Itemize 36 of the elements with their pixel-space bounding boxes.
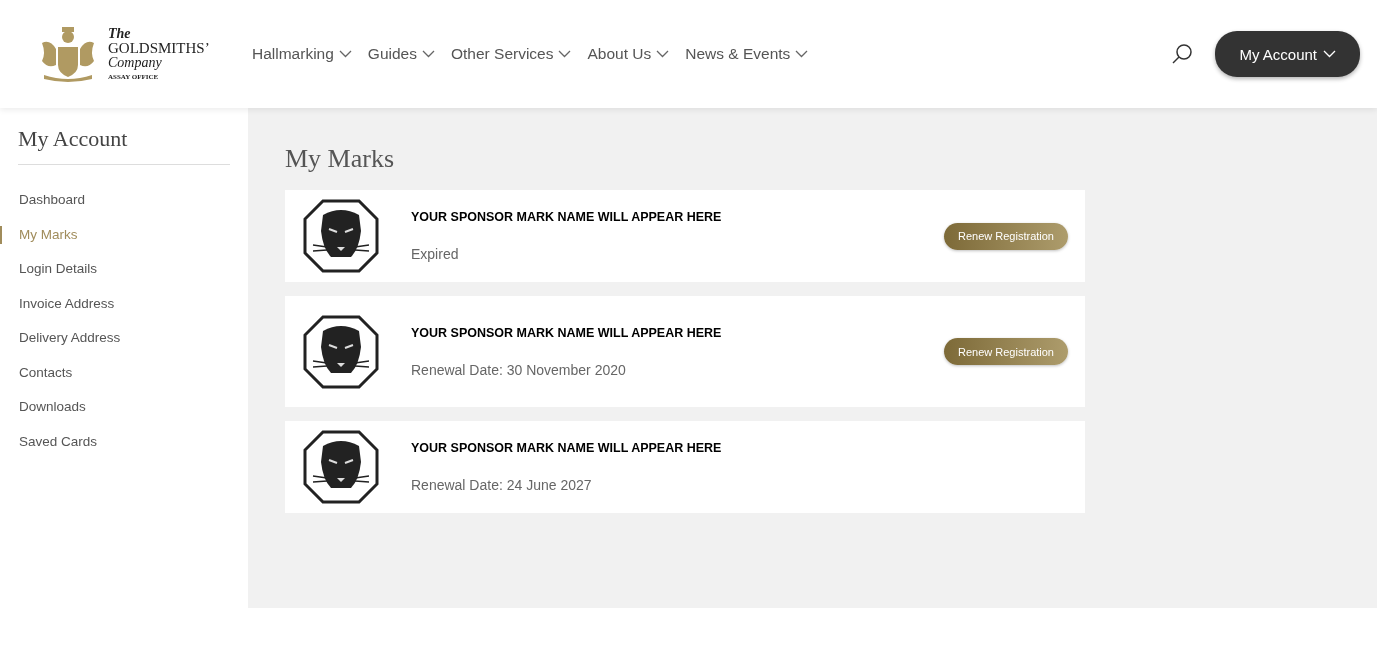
sidebar-item[interactable]: Login Details — [0, 260, 230, 279]
nav-link[interactable]: Other Services — [450, 45, 572, 63]
panther-head-icon — [303, 314, 379, 389]
panther-head-icon — [303, 199, 379, 273]
nav-link[interactable]: About Us — [587, 45, 670, 63]
mark-name: YOUR SPONSOR MARK NAME WILL APPEAR HERE — [411, 325, 723, 340]
nav-link[interactable]: Guides — [367, 45, 435, 63]
search-icon[interactable] — [1171, 43, 1194, 65]
logo-text: GOLDSMITHS’ — [108, 41, 210, 56]
sidebar-item[interactable]: Invoice Address — [0, 294, 230, 313]
chevron-down-icon — [795, 50, 809, 58]
sidebar-item[interactable]: Dashboard — [0, 191, 230, 210]
mark-status: Renewal Date: 24 June 2027 — [411, 477, 593, 493]
logo-text: Company — [108, 56, 163, 70]
page-title: My Marks — [285, 144, 396, 174]
chevron-down-icon — [656, 50, 670, 58]
mark-status: Renewal Date: 30 November 2020 — [411, 361, 627, 378]
mark-name: YOUR SPONSOR MARK NAME WILL APPEAR HERE — [411, 441, 723, 455]
logo-text: The — [108, 27, 132, 41]
sidebar-item[interactable]: Downloads — [0, 398, 230, 417]
mark-name: YOUR SPONSOR MARK NAME WILL APPEAR HERE — [411, 210, 723, 224]
chevron-down-icon — [558, 50, 572, 58]
panther-head-icon — [303, 430, 379, 504]
chevron-down-icon — [1323, 50, 1336, 58]
renew-registration-button[interactable]: Renew Registration — [944, 222, 1068, 250]
chevron-down-icon — [421, 50, 435, 58]
mark-status: Expired — [411, 246, 460, 262]
nav-link[interactable]: News & Events — [685, 45, 809, 63]
renew-registration-button[interactable]: Renew Registration — [944, 338, 1068, 365]
sidebar-title: My Account — [18, 126, 230, 165]
nav-link[interactable]: Hallmarking — [252, 45, 352, 63]
sidebar-item[interactable]: Delivery Address — [0, 329, 230, 348]
sidebar-item[interactable]: Saved Cards — [0, 432, 230, 451]
chevron-down-icon — [338, 50, 352, 58]
my-account-button[interactable]: My Account — [1215, 31, 1360, 77]
sidebar-item[interactable]: Contacts — [0, 363, 230, 382]
